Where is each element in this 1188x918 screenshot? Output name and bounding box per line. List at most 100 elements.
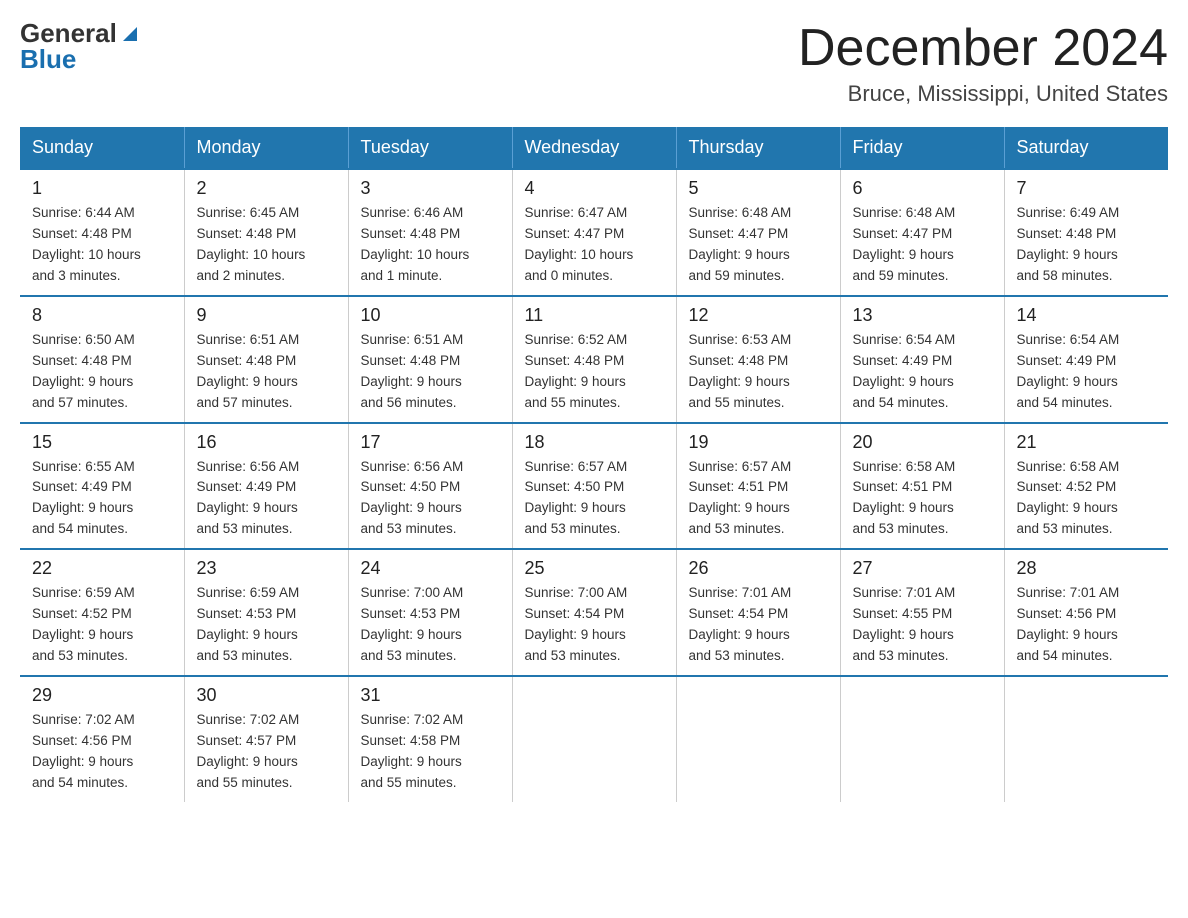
day-number: 23 xyxy=(197,558,336,579)
day-info: Sunrise: 6:45 AMSunset: 4:48 PMDaylight:… xyxy=(197,203,336,287)
calendar-cell xyxy=(512,676,676,802)
day-info: Sunrise: 7:01 AMSunset: 4:56 PMDaylight:… xyxy=(1017,583,1157,667)
calendar-cell: 28 Sunrise: 7:01 AMSunset: 4:56 PMDayligh… xyxy=(1004,549,1168,676)
day-number: 26 xyxy=(689,558,828,579)
calendar-cell: 6Sunrise: 6:48 AMSunset: 4:47 PMDaylight… xyxy=(840,169,1004,296)
day-info: Sunrise: 6:47 AMSunset: 4:47 PMDaylight:… xyxy=(525,203,664,287)
day-number: 13 xyxy=(853,305,992,326)
day-number: 5 xyxy=(689,178,828,199)
month-title: December 2024 xyxy=(798,20,1168,77)
day-number: 6 xyxy=(853,178,992,199)
calendar-cell: 21Sunrise: 6:58 AMSunset: 4:52 PMDayligh… xyxy=(1004,423,1168,550)
calendar-week-3: 15 Sunrise: 6:55 AMSunset: 4:49 PMDayligh… xyxy=(20,423,1168,550)
logo-triangle-icon xyxy=(119,23,141,45)
location: Bruce, Mississippi, United States xyxy=(798,81,1168,107)
calendar-cell: 24 Sunrise: 7:00 AMSunset: 4:53 PMDayligh… xyxy=(348,549,512,676)
day-number: 30 xyxy=(197,685,336,706)
calendar-cell: 12Sunrise: 6:53 AMSunset: 4:48 PMDayligh… xyxy=(676,296,840,423)
calendar-table: SundayMondayTuesdayWednesdayThursdayFrid… xyxy=(20,127,1168,801)
weekday-header-sunday: Sunday xyxy=(20,127,184,169)
logo-blue: Blue xyxy=(20,46,76,72)
calendar-cell: 5Sunrise: 6:48 AMSunset: 4:47 PMDaylight… xyxy=(676,169,840,296)
calendar-cell: 30 Sunrise: 7:02 AMSunset: 4:57 PMDayligh… xyxy=(184,676,348,802)
day-number: 12 xyxy=(689,305,828,326)
day-number: 25 xyxy=(525,558,664,579)
day-info: Sunrise: 7:02 AMSunset: 4:58 PMDaylight:… xyxy=(361,710,500,794)
day-info: Sunrise: 6:54 AMSunset: 4:49 PMDaylight:… xyxy=(853,330,992,414)
day-number: 28 xyxy=(1017,558,1157,579)
day-info: Sunrise: 7:00 AMSunset: 4:53 PMDaylight:… xyxy=(361,583,500,667)
day-number: 18 xyxy=(525,432,664,453)
day-number: 17 xyxy=(361,432,500,453)
calendar-cell: 2Sunrise: 6:45 AMSunset: 4:48 PMDaylight… xyxy=(184,169,348,296)
day-info: Sunrise: 6:56 AMSunset: 4:50 PMDaylight:… xyxy=(361,457,500,541)
day-number: 20 xyxy=(853,432,992,453)
calendar-cell: 16 Sunrise: 6:56 AMSunset: 4:49 PMDayligh… xyxy=(184,423,348,550)
calendar-cell: 15 Sunrise: 6:55 AMSunset: 4:49 PMDayligh… xyxy=(20,423,184,550)
day-number: 1 xyxy=(32,178,172,199)
calendar-cell xyxy=(1004,676,1168,802)
calendar-cell: 22Sunrise: 6:59 AMSunset: 4:52 PMDayligh… xyxy=(20,549,184,676)
day-info: Sunrise: 6:51 AMSunset: 4:48 PMDaylight:… xyxy=(361,330,500,414)
day-number: 24 xyxy=(361,558,500,579)
calendar-cell: 11 Sunrise: 6:52 AMSunset: 4:48 PMDayligh… xyxy=(512,296,676,423)
calendar-week-5: 29 Sunrise: 7:02 AMSunset: 4:56 PMDayligh… xyxy=(20,676,1168,802)
calendar-cell: 10 Sunrise: 6:51 AMSunset: 4:48 PMDayligh… xyxy=(348,296,512,423)
day-info: Sunrise: 6:54 AMSunset: 4:49 PMDaylight:… xyxy=(1017,330,1157,414)
weekday-header-friday: Friday xyxy=(840,127,1004,169)
day-number: 19 xyxy=(689,432,828,453)
calendar-cell: 20 Sunrise: 6:58 AMSunset: 4:51 PMDayligh… xyxy=(840,423,1004,550)
weekday-header-saturday: Saturday xyxy=(1004,127,1168,169)
calendar-cell: 17 Sunrise: 6:56 AMSunset: 4:50 PMDayligh… xyxy=(348,423,512,550)
calendar-cell xyxy=(676,676,840,802)
day-number: 10 xyxy=(361,305,500,326)
day-number: 16 xyxy=(197,432,336,453)
calendar-cell: 25Sunrise: 7:00 AMSunset: 4:54 PMDayligh… xyxy=(512,549,676,676)
calendar-cell: 4 Sunrise: 6:47 AMSunset: 4:47 PMDaylight… xyxy=(512,169,676,296)
day-info: Sunrise: 6:58 AMSunset: 4:51 PMDaylight:… xyxy=(853,457,992,541)
day-info: Sunrise: 6:56 AMSunset: 4:49 PMDaylight:… xyxy=(197,457,336,541)
day-number: 31 xyxy=(361,685,500,706)
day-info: Sunrise: 6:57 AMSunset: 4:50 PMDaylight:… xyxy=(525,457,664,541)
day-info: Sunrise: 6:55 AMSunset: 4:49 PMDaylight:… xyxy=(32,457,172,541)
calendar-cell: 18 Sunrise: 6:57 AMSunset: 4:50 PMDayligh… xyxy=(512,423,676,550)
calendar-cell: 31 Sunrise: 7:02 AMSunset: 4:58 PMDayligh… xyxy=(348,676,512,802)
day-info: Sunrise: 6:52 AMSunset: 4:48 PMDaylight:… xyxy=(525,330,664,414)
day-number: 11 xyxy=(525,305,664,326)
day-info: Sunrise: 6:50 AMSunset: 4:48 PMDaylight:… xyxy=(32,330,172,414)
day-info: Sunrise: 7:01 AMSunset: 4:54 PMDaylight:… xyxy=(689,583,828,667)
weekday-header-monday: Monday xyxy=(184,127,348,169)
day-info: Sunrise: 6:59 AMSunset: 4:52 PMDaylight:… xyxy=(32,583,172,667)
calendar-cell: 29 Sunrise: 7:02 AMSunset: 4:56 PMDayligh… xyxy=(20,676,184,802)
day-number: 15 xyxy=(32,432,172,453)
day-info: Sunrise: 6:58 AMSunset: 4:52 PMDaylight:… xyxy=(1017,457,1157,541)
day-info: Sunrise: 7:02 AMSunset: 4:56 PMDaylight:… xyxy=(32,710,172,794)
calendar-cell: 23 Sunrise: 6:59 AMSunset: 4:53 PMDayligh… xyxy=(184,549,348,676)
calendar-cell xyxy=(840,676,1004,802)
day-info: Sunrise: 6:57 AMSunset: 4:51 PMDaylight:… xyxy=(689,457,828,541)
weekday-header-tuesday: Tuesday xyxy=(348,127,512,169)
calendar-cell: 13 Sunrise: 6:54 AMSunset: 4:49 PMDayligh… xyxy=(840,296,1004,423)
logo: General Blue xyxy=(20,20,141,72)
day-number: 27 xyxy=(853,558,992,579)
calendar-cell: 1Sunrise: 6:44 AMSunset: 4:48 PMDaylight… xyxy=(20,169,184,296)
calendar-cell: 19 Sunrise: 6:57 AMSunset: 4:51 PMDayligh… xyxy=(676,423,840,550)
day-number: 7 xyxy=(1017,178,1157,199)
day-info: Sunrise: 6:51 AMSunset: 4:48 PMDaylight:… xyxy=(197,330,336,414)
weekday-header-row: SundayMondayTuesdayWednesdayThursdayFrid… xyxy=(20,127,1168,169)
day-number: 4 xyxy=(525,178,664,199)
day-info: Sunrise: 6:49 AMSunset: 4:48 PMDaylight:… xyxy=(1017,203,1157,287)
day-number: 14 xyxy=(1017,305,1157,326)
day-number: 29 xyxy=(32,685,172,706)
calendar-cell: 7 Sunrise: 6:49 AMSunset: 4:48 PMDaylight… xyxy=(1004,169,1168,296)
calendar-cell: 3Sunrise: 6:46 AMSunset: 4:48 PMDaylight… xyxy=(348,169,512,296)
day-info: Sunrise: 7:02 AMSunset: 4:57 PMDaylight:… xyxy=(197,710,336,794)
day-info: Sunrise: 6:59 AMSunset: 4:53 PMDaylight:… xyxy=(197,583,336,667)
day-number: 8 xyxy=(32,305,172,326)
day-info: Sunrise: 6:46 AMSunset: 4:48 PMDaylight:… xyxy=(361,203,500,287)
calendar-week-2: 8 Sunrise: 6:50 AMSunset: 4:48 PMDaylight… xyxy=(20,296,1168,423)
calendar-cell: 26 Sunrise: 7:01 AMSunset: 4:54 PMDayligh… xyxy=(676,549,840,676)
page-header: General Blue December 2024 Bruce, Missis… xyxy=(20,20,1168,107)
weekday-header-wednesday: Wednesday xyxy=(512,127,676,169)
weekday-header-thursday: Thursday xyxy=(676,127,840,169)
